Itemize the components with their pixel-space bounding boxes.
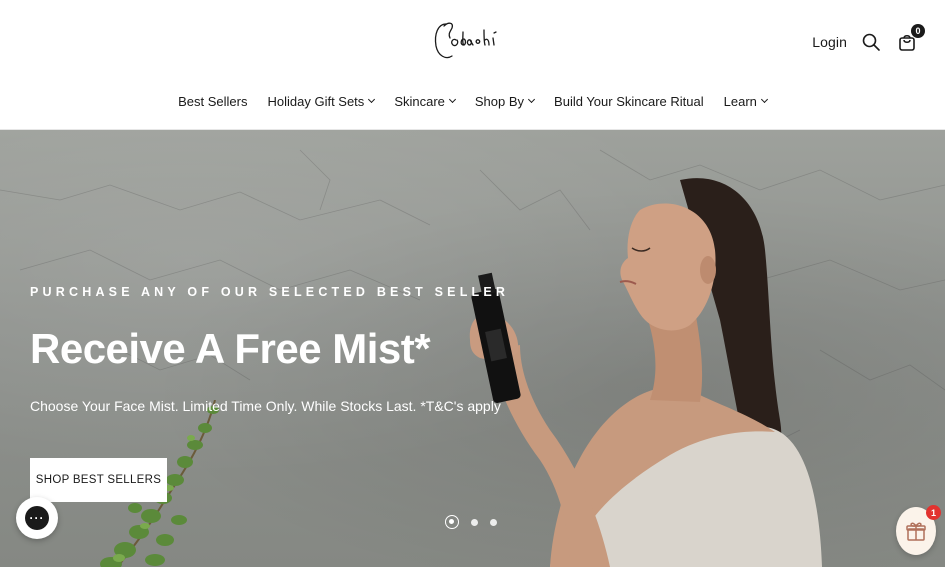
chevron-down-icon [528, 95, 536, 103]
nav-item-build-your-skincare-ritual[interactable]: Build Your Skincare Ritual [554, 94, 704, 109]
login-link[interactable]: Login [812, 34, 847, 50]
header-actions: Login 0 [812, 24, 925, 58]
nav-item-best-sellers[interactable]: Best Sellers [178, 94, 247, 109]
nav-item-learn[interactable]: Learn [723, 93, 768, 109]
nav-item-label: Build Your Skincare Ritual [554, 93, 704, 109]
carousel-pagination [445, 515, 497, 529]
hero-subtitle: Choose Your Face Mist. Limited Time Only… [30, 398, 501, 414]
chevron-down-icon [448, 95, 456, 103]
hero-title: Receive A Free Mist* [30, 325, 431, 372]
chevron-down-icon [368, 95, 376, 103]
nav-item-label: Best Sellers [178, 93, 248, 109]
shop-best-sellers-button[interactable]: SHOP BEST SELLERS [30, 458, 167, 502]
brand-logo[interactable] [430, 18, 516, 64]
model-spraying-face-mist-image [469, 178, 822, 567]
nav-item-shop-by[interactable]: Shop By [474, 93, 536, 109]
nav-item-holiday-gift-sets[interactable]: Holiday Gift Sets [267, 93, 376, 109]
nav-item-label: Shop By [474, 93, 525, 109]
chat-icon-glyph: ··· [25, 506, 49, 530]
carousel-dot[interactable] [471, 518, 478, 526]
nav-item-label: Skincare [394, 93, 445, 109]
nav-item-label: Holiday Gift Sets [267, 93, 365, 109]
hero-banner: PURCHASE ANY OF OUR SELECTED BEST SELLER… [0, 130, 945, 567]
search-icon[interactable] [859, 30, 883, 54]
nav-item-skincare[interactable]: Skincare [394, 93, 456, 109]
carousel-dot[interactable] [490, 518, 497, 526]
hero-eyebrow: PURCHASE ANY OF OUR SELECTED BEST SELLER [30, 285, 510, 299]
cart-count-badge: 0 [911, 24, 925, 38]
main-nav: Best Sellers Holiday Gift Sets Skincare … [0, 88, 945, 114]
carousel-dot[interactable] [445, 515, 459, 529]
chevron-down-icon [760, 95, 768, 103]
nav-item-label: Learn [723, 93, 757, 109]
gift-notification-badge: 1 [926, 505, 941, 520]
chat-icon[interactable]: ··· [16, 497, 58, 539]
cart-icon[interactable]: 0 [895, 24, 925, 54]
site-header: Login 0 Best Sellers Holiday Gift Sets S… [0, 0, 945, 130]
